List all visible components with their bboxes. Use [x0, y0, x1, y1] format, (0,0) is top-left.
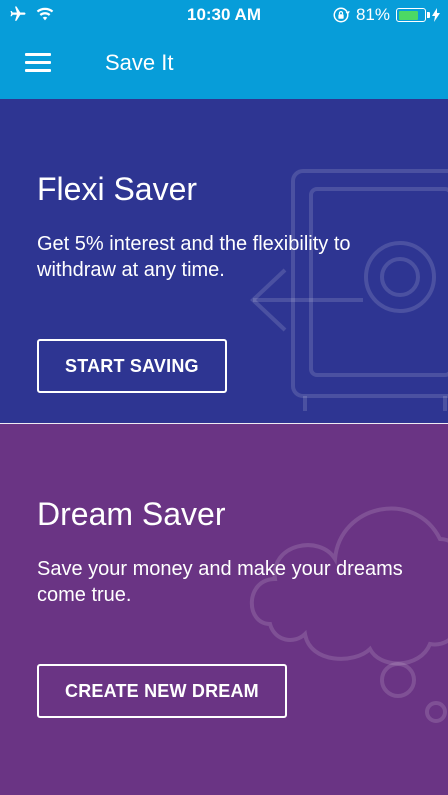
status-bar: 10:30 AM 81%: [0, 0, 448, 30]
page-title: Save It: [105, 50, 174, 75]
battery-fill: [398, 10, 418, 20]
dream-saver-description: Save your money and make your dreams com…: [37, 558, 403, 606]
hamburger-menu-icon[interactable]: [25, 53, 51, 73]
dream-saver-title: Dream Saver: [37, 496, 226, 532]
safe-withdraw-icon: [250, 169, 448, 411]
battery-icon: [396, 8, 430, 22]
start-saving-button[interactable]: START SAVING: [37, 339, 227, 393]
create-new-dream-button[interactable]: CREATE NEW DREAM: [37, 664, 287, 718]
orientation-lock-icon: [333, 7, 350, 23]
flexi-saver-card: Flexi Saver Get 5% interest and the flex…: [0, 99, 448, 423]
dream-saver-card: Dream Saver Save your money and make you…: [0, 424, 448, 795]
charging-icon: [432, 8, 440, 22]
status-right-icons: 81%: [332, 5, 440, 25]
flexi-saver-description: Get 5% interest and the flexibility to w…: [37, 233, 351, 281]
flexi-saver-title: Flexi Saver: [37, 171, 198, 207]
battery-percent: 81%: [355, 5, 390, 24]
app-bar: Save It: [0, 30, 448, 99]
